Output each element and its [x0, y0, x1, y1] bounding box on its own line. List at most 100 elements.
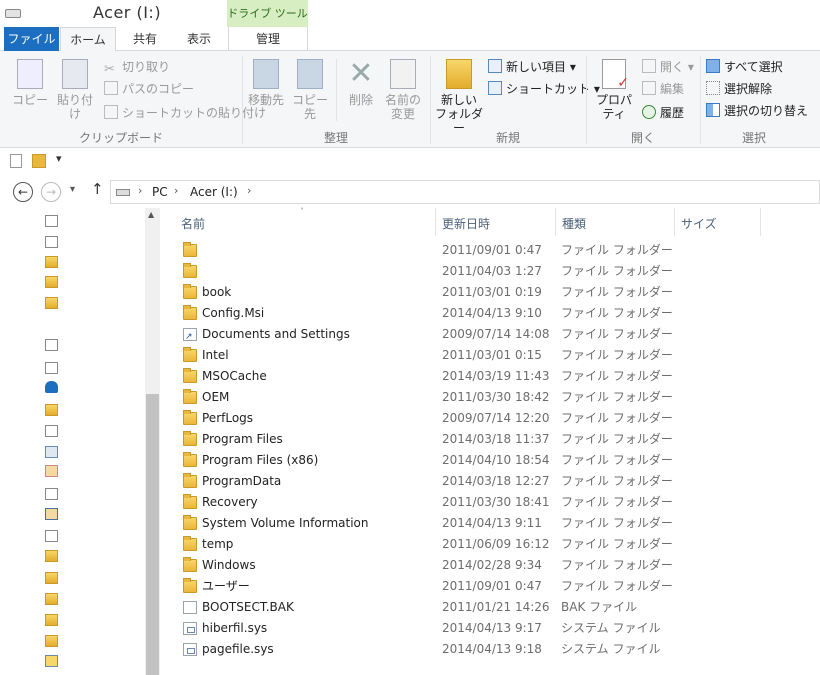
scroll-up-arrow-icon[interactable]: ▲ [148, 210, 154, 219]
file-date: 2009/07/14 12:20 [442, 411, 550, 425]
folder-icon[interactable] [45, 276, 58, 288]
new-item-button[interactable]: 新しい項目 ▾ [488, 59, 576, 75]
breadcrumb-separator-icon[interactable]: › [247, 184, 251, 197]
network-icon[interactable] [45, 446, 58, 458]
file-type: ファイル フォルダー [561, 579, 673, 593]
table-row[interactable]: Program Files (x86) 2014/04/10 18:54 ファイル … [160, 450, 820, 471]
table-row[interactable]: ProgramData 2014/03/18 12:27 ファイル フォルダー [160, 471, 820, 492]
folder-icon[interactable] [45, 550, 58, 562]
customize-toolbar-icon[interactable]: ▾ [56, 152, 62, 165]
tab-home[interactable]: ホーム [60, 27, 116, 52]
table-row[interactable]: temp 2011/06/09 16:12 ファイル フォルダー [160, 534, 820, 555]
table-row[interactable]: Documents and Settings 2009/07/14 14:08 ファ… [160, 324, 820, 348]
properties-quick-icon[interactable] [10, 154, 22, 168]
file-date: 2014/04/13 9:10 [442, 306, 542, 320]
table-row[interactable]: Config.Msi 2014/04/13 9:10 ファイル フォルダー [160, 303, 820, 324]
recycle-icon[interactable] [45, 465, 58, 477]
column-date-modified[interactable]: 更新日時 [442, 215, 490, 232]
tab-manage[interactable]: 管理 [228, 27, 308, 51]
nav-scrollbar-thumb[interactable] [146, 394, 159, 675]
recent-locations-chevron-icon[interactable]: ▾ [70, 184, 75, 195]
column-type[interactable]: 種類 [562, 215, 586, 232]
edit-button[interactable]: 編集 [642, 81, 684, 97]
paste-button[interactable]: 貼り付け [52, 59, 98, 121]
properties-button[interactable]: ✓ プロパティ [590, 59, 638, 121]
table-row[interactable]: Program Files 2014/03/18 11:37 ファイル フォルダー [160, 429, 820, 450]
shortcut-icon[interactable] [45, 236, 58, 248]
move-to-button[interactable]: 移動先 [246, 59, 286, 107]
shortcut-label: ショートカット [506, 82, 591, 96]
shortcut-icon[interactable] [45, 488, 58, 500]
invert-selection-button[interactable]: 選択の切り替え [706, 103, 808, 119]
open-button[interactable]: 開く ▾ [642, 59, 694, 75]
copy-path-label: パスのコピー [122, 82, 195, 96]
folder-icon[interactable] [45, 256, 58, 268]
copy-path-button[interactable]: パスのコピー [104, 81, 194, 97]
shortcut-icon[interactable] [45, 339, 58, 351]
delete-button[interactable]: ✕ 削除 [342, 59, 380, 108]
folder-icon[interactable] [45, 572, 58, 584]
copy-button[interactable]: コピー [10, 59, 50, 107]
rename-label-1: 名前の [384, 93, 421, 107]
forward-button-icon[interactable]: → [41, 182, 61, 202]
table-row[interactable]: pagefile.sys 2014/04/13 9:18 システム ファイル [160, 639, 820, 660]
shortcut-button[interactable]: ショートカット ▾ [488, 81, 600, 97]
history-label: 履歴 [660, 106, 685, 120]
rename-button[interactable]: 名前の 変更 [382, 59, 424, 121]
column-size[interactable]: サイズ [681, 215, 717, 232]
table-row[interactable]: 2011/09/01 0:47 ファイル フォルダー [160, 240, 820, 261]
table-row[interactable]: BOOTSECT.BAK 2011/01/21 14:26 BAK ファイル [160, 597, 820, 618]
column-name[interactable]: 名前 [181, 215, 205, 232]
rename-label-2: 変更 [390, 107, 415, 121]
select-all-button[interactable]: すべて選択 [706, 59, 783, 75]
table-row[interactable]: Windows 2014/02/28 9:34 ファイル フォルダー [160, 555, 820, 576]
shortcut-icon[interactable] [45, 362, 58, 374]
history-button[interactable]: 履歴 [642, 105, 684, 121]
ribbon: コピー 貼り付け ✂ 切り取り パスのコピー ショートカットの貼り付け クリップボ… [0, 51, 820, 148]
table-row[interactable]: ユーザー 2011/09/01 0:47 ファイル フォルダー [160, 576, 820, 597]
table-row[interactable]: hiberfil.sys 2014/04/13 9:17 システム ファイル [160, 618, 820, 639]
folder-icon[interactable] [45, 635, 58, 647]
file-name: temp [202, 537, 234, 551]
table-row[interactable]: OEM 2011/03/30 18:42 ファイル フォルダー [160, 387, 820, 408]
tab-view[interactable]: 表示 [172, 27, 226, 51]
folder-icon[interactable] [45, 614, 58, 626]
table-row[interactable]: 2011/04/03 1:27 ファイル フォルダー [160, 261, 820, 282]
file-date: 2014/04/10 18:54 [442, 453, 550, 467]
tab-share[interactable]: 共有 [118, 27, 172, 51]
folder-icon[interactable] [45, 404, 58, 416]
breadcrumb-pc[interactable]: PC [152, 185, 168, 199]
file-name: System Volume Information [202, 516, 369, 530]
up-arrow-icon[interactable]: ↑ [91, 180, 104, 198]
breadcrumb-separator-icon[interactable]: › [174, 184, 178, 197]
open-label: 開く [660, 60, 685, 74]
user-icon[interactable] [45, 508, 58, 520]
breadcrumb-drive[interactable]: Acer (I:) [190, 185, 238, 199]
shortcut-icon[interactable] [45, 425, 58, 437]
table-row[interactable]: Recovery 2011/03/30 18:41 ファイル フォルダー [160, 492, 820, 513]
tab-file[interactable]: ファイル [4, 27, 59, 51]
table-row[interactable]: System Volume Information 2014/04/13 9:11… [160, 513, 820, 534]
table-row[interactable]: book 2011/03/01 0:19 ファイル フォルダー [160, 282, 820, 303]
file-type: システム ファイル [561, 642, 661, 656]
select-none-button[interactable]: 選択解除 [706, 81, 772, 97]
new-folder-button[interactable]: 新しい フォルダー [434, 59, 484, 135]
new-folder-quick-icon[interactable] [32, 154, 46, 168]
cut-button[interactable]: ✂ 切り取り [104, 59, 170, 77]
onedrive-icon[interactable] [45, 381, 58, 393]
folder-icon[interactable] [45, 297, 58, 309]
shortcut-icon[interactable] [45, 215, 58, 227]
table-row[interactable]: MSOCache 2014/03/19 11:43 ファイル フォルダー [160, 366, 820, 387]
library-icon[interactable] [45, 655, 58, 667]
back-button-icon[interactable]: ← [13, 182, 33, 202]
table-row[interactable]: Intel 2011/03/01 0:15 ファイル フォルダー [160, 345, 820, 366]
folder-icon[interactable] [45, 593, 58, 605]
breadcrumb-separator-icon[interactable]: › [138, 184, 142, 197]
edit-label: 編集 [660, 82, 685, 96]
address-bar[interactable]: › PC › Acer (I:) › [110, 180, 820, 204]
file-type: ファイル フォルダー [561, 495, 673, 509]
invert-selection-label: 選択の切り替え [724, 104, 809, 118]
shortcut-icon[interactable] [45, 530, 58, 542]
copy-to-button[interactable]: コピー先 [288, 59, 332, 121]
table-row[interactable]: PerfLogs 2009/07/14 12:20 ファイル フォルダー [160, 408, 820, 429]
